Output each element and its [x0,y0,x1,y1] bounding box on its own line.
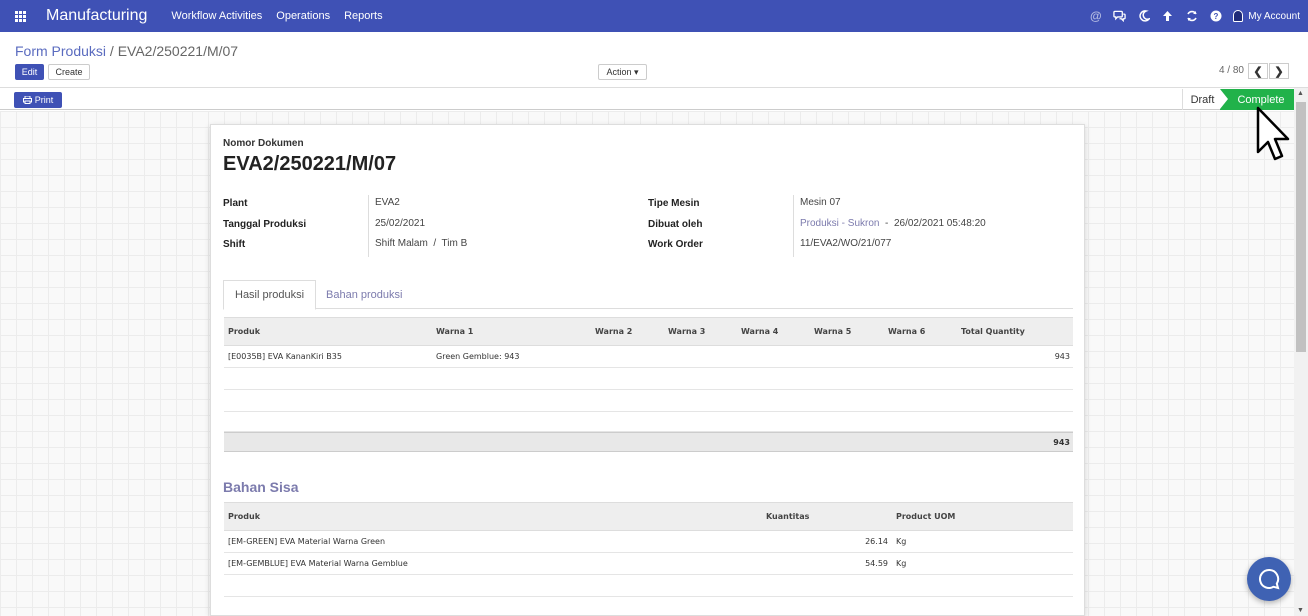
produk-cell: [E0035B] EVA KananKiri B35 [228,352,342,361]
footer-total: 943 [1053,438,1070,447]
menu-workflow-activities[interactable]: Workflow Activities [171,10,262,22]
column-header[interactable]: Warna 2 [595,327,632,336]
print-button[interactable]: Print [14,92,62,108]
column-header[interactable]: Product UOM [896,512,955,521]
dibuat-oleh-user-link[interactable]: Produksi - Sukron [800,218,879,229]
table-row-empty [224,575,1073,597]
menu-operations[interactable]: Operations [276,10,330,22]
create-button[interactable]: Create [48,64,90,80]
produk-cell: [EM-GREEN] EVA Material Warna Green [228,537,386,546]
table-row[interactable]: [E0035B] EVA KananKiri B35 Green Gemblue… [224,346,1073,368]
pager-previous-button[interactable]: ❮ [1248,63,1268,79]
work-order-value: 11/EVA2/WO/21/077 [800,238,892,249]
work-order-label: Work Order [648,239,703,250]
vertical-scrollbar[interactable]: ▲ ▼ [1294,88,1308,616]
status-draft[interactable]: Draft [1182,89,1222,110]
document-number: EVA2/250221/M/07 [223,153,397,175]
svg-text:?: ? [1213,12,1218,21]
table-header: Produk Warna 1 Warna 2 Warna 3 Warna 4 W… [224,317,1073,346]
statusbar: Print Draft Complete [0,89,1294,110]
column-header[interactable]: Produk [228,512,260,521]
table-row[interactable]: [EM-GEMBLUE] EVA Material Warna Gemblue … [224,553,1073,575]
app-brand[interactable]: Manufacturing [46,7,147,25]
hasil-produksi-table: Produk Warna 1 Warna 2 Warna 3 Warna 4 W… [224,317,1073,453]
left-divider [368,195,369,257]
column-header[interactable]: Warna 6 [888,327,925,336]
table-row-empty [224,390,1073,412]
breadcrumb: Form Produksi / EVA2/250221/M/07 [15,43,238,59]
at-sign-icon[interactable]: @ [1089,9,1102,23]
tab-bahan-produksi[interactable]: Bahan produksi [315,280,413,309]
moon-icon[interactable] [1137,10,1150,23]
scroll-up-arrow-icon[interactable]: ▲ [1297,90,1304,97]
table-row-empty [224,412,1073,432]
chat-bubble-icon [1259,568,1280,590]
bahan-sisa-table: Produk Kuantitas Product UOM [EM-GREEN] … [224,502,1073,597]
messaging-icon[interactable] [1113,10,1127,23]
column-header[interactable]: Kuantitas [766,512,809,521]
tanggal-produksi-label: Tanggal Produksi [223,219,307,230]
table-header: Produk Kuantitas Product UOM [224,502,1073,531]
avatar-icon [1233,10,1244,22]
column-header[interactable]: Warna 5 [814,327,851,336]
produk-cell: [EM-GEMBLUE] EVA Material Warna Gemblue [228,559,408,568]
refresh-icon[interactable] [1185,10,1198,23]
kuantitas-cell: 26.14 [865,537,888,546]
pager-value[interactable]: 4 / 80 [1219,65,1244,76]
account-menu[interactable]: My Account [1233,10,1300,22]
breadcrumb-separator: / [106,43,118,59]
kuantitas-cell: 54.59 [865,559,888,568]
help-icon[interactable]: ? [1209,10,1222,23]
tipe-mesin-value: Mesin 07 [800,197,841,208]
warna1-cell: Green Gemblue: 943 [436,352,520,361]
uom-cell: Kg [896,559,907,568]
account-label: My Account [1248,10,1300,22]
tanggal-produksi-value: 25/02/2021 [375,218,426,229]
scroll-thumb[interactable] [1296,102,1306,352]
top-navbar: Manufacturing Workflow Activities Operat… [0,0,1308,32]
column-header[interactable]: Warna 1 [436,327,473,336]
live-chat-button[interactable] [1247,557,1291,601]
scroll-down-arrow-icon[interactable]: ▼ [1297,607,1304,614]
edit-button[interactable]: Edit [15,64,44,80]
form-sheet: Nomor Dokumen EVA2/250221/M/07 Plant EVA… [210,124,1085,616]
shift-label: Shift [223,239,246,250]
table-row-empty [224,368,1073,390]
column-header[interactable]: Warna 4 [741,327,778,336]
table-footer: 943 [224,432,1073,452]
column-header[interactable]: Warna 3 [668,327,705,336]
apps-menu-icon[interactable] [2,0,38,32]
dibuat-oleh-label: Dibuat oleh [648,219,703,230]
dibuat-oleh-value: Produksi - Sukron - 26/02/2021 05:48:20 [800,218,986,229]
notebook-tabs: Hasil produksi Bahan produksi [223,280,1073,310]
print-label: Print [34,95,54,105]
pager-next-button[interactable]: ❯ [1269,63,1289,79]
control-panel: Form Produksi / EVA2/250221/M/07 Edit Cr… [0,32,1308,88]
breadcrumb-current: EVA2/250221/M/07 [117,43,239,59]
column-header[interactable]: Total Quantity [961,327,1025,336]
tipe-mesin-label: Tipe Mesin [648,198,700,209]
mouse-cursor-icon [1256,106,1290,161]
plant-label: Plant [223,198,248,209]
document-number-label: Nomor Dokumen [223,138,304,149]
total-quantity-cell: 943 [1054,352,1070,361]
table-row[interactable]: [EM-GREEN] EVA Material Warna Green 26.1… [224,531,1073,553]
arrow-up-icon[interactable] [1161,10,1174,23]
right-divider [793,195,794,257]
action-dropdown[interactable]: Action ▾ [598,64,647,80]
tab-hasil-produksi[interactable]: Hasil produksi [223,280,317,310]
status-complete-label: Complete [1237,93,1285,106]
column-header[interactable]: Produk [228,327,260,336]
dibuat-oleh-datetime: 26/02/2021 05:48:20 [893,218,986,229]
uom-cell: Kg [896,537,907,546]
breadcrumb-parent[interactable]: Form Produksi [15,43,106,59]
dibuat-oleh-separator: - [885,218,889,229]
bahan-sisa-title: Bahan Sisa [223,479,299,495]
shift-value: Shift Malam / Tim B [375,238,468,249]
printer-icon [22,96,32,104]
menu-reports[interactable]: Reports [344,10,383,22]
plant-value: EVA2 [375,197,400,208]
